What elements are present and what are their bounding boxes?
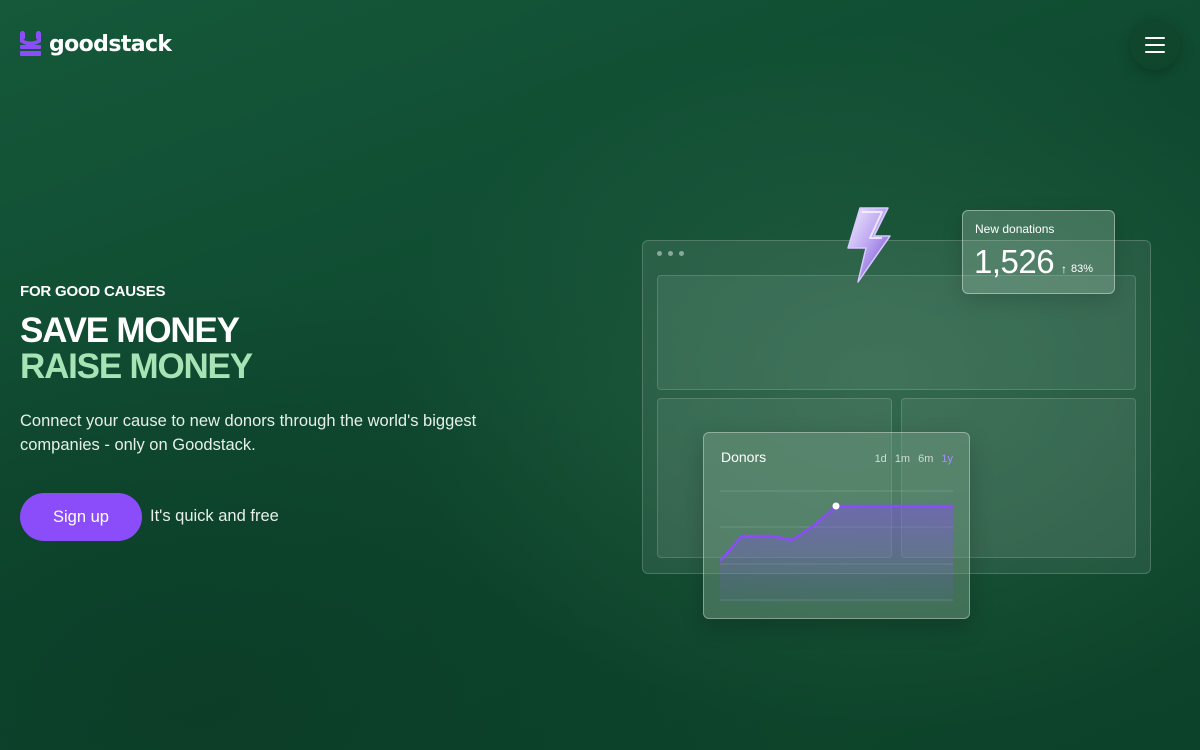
headline-line-raise: RAISE MONEY — [20, 347, 253, 386]
donors-title: Donors — [721, 449, 767, 465]
range-1m[interactable]: 1m — [895, 453, 910, 465]
range-1d[interactable]: 1d — [875, 453, 887, 465]
range-selector: 1d 1m 6m 1y — [875, 453, 953, 465]
new-donations-label: New donations — [975, 222, 1055, 236]
range-1y[interactable]: 1y — [941, 453, 953, 465]
chart-area — [720, 506, 953, 603]
new-donations-change: ↑ 83% — [1061, 262, 1093, 276]
headline-line-save: SAVE MONEY — [20, 311, 240, 350]
hero-headline: SAVE MONEY RAISE MONEY — [20, 311, 253, 386]
menu-button[interactable] — [1130, 20, 1180, 70]
chart-marker — [832, 502, 840, 510]
hero-description: Connect your cause to new donors through… — [20, 412, 477, 454]
window-dots — [657, 251, 684, 256]
goodstack-logo-icon — [20, 31, 41, 56]
hamburger-menu-icon — [1145, 37, 1165, 53]
brand-name: goodstack — [49, 31, 172, 57]
donors-card: Donors 1d 1m 6m 1y — [703, 432, 970, 619]
hero-eyebrow: FOR GOOD CAUSES — [20, 283, 166, 300]
range-6m[interactable]: 6m — [918, 453, 933, 465]
brand-logo[interactable]: goodstack — [20, 31, 172, 57]
sign-up-button[interactable]: Sign up — [20, 493, 142, 541]
cta-note: It's quick and free — [150, 507, 279, 525]
arrow-up-icon: ↑ — [1061, 262, 1067, 276]
donors-sparkline — [720, 490, 953, 603]
new-donations-value: 1,526 — [974, 243, 1055, 280]
new-donations-card: New donations 1,526 ↑ 83% — [962, 210, 1115, 294]
new-donations-change-value: 83% — [1071, 263, 1094, 275]
lightning-bolt-icon — [847, 207, 891, 283]
